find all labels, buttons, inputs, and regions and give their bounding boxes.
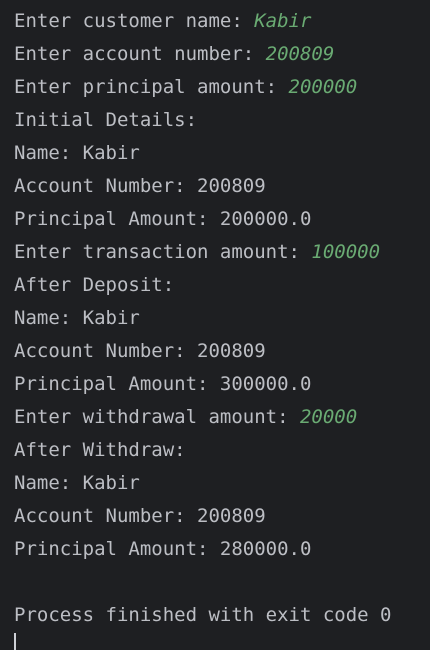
output-text: Account Number: 200809 — [14, 340, 266, 362]
user-input: 200000 — [288, 76, 358, 98]
console-line: Name: Kabir — [14, 302, 430, 335]
output-text: Name: Kabir — [14, 142, 140, 164]
console-line: Enter transaction amount: 100000 — [14, 236, 430, 269]
console-line: Enter account number: 200809 — [14, 38, 430, 71]
console-line: Principal Amount: 200000.0 — [14, 203, 430, 236]
prompt-text: Enter customer name: — [14, 10, 255, 32]
prompt-text: Enter account number: — [14, 43, 266, 65]
console-line: After Deposit: — [14, 269, 430, 302]
user-input: 100000 — [311, 241, 381, 263]
console-line: Account Number: 200809 — [14, 500, 430, 533]
output-text: Name: Kabir — [14, 472, 140, 494]
console-line: Initial Details: — [14, 104, 430, 137]
console-line: Name: Kabir — [14, 467, 430, 500]
output-text: Account Number: 200809 — [14, 175, 266, 197]
prompt-text: Enter withdrawal amount: — [14, 406, 300, 428]
console-line: Enter customer name: Kabir — [14, 5, 430, 38]
console-line: Name: Kabir — [14, 137, 430, 170]
console-line: After Withdraw: — [14, 434, 430, 467]
user-input: 20000 — [299, 406, 358, 428]
output-text: Principal Amount: 280000.0 — [14, 538, 312, 560]
output-text: Initial Details: — [14, 109, 198, 131]
console-line: Enter withdrawal amount: 20000 — [14, 401, 430, 434]
text-cursor — [14, 633, 16, 650]
prompt-text: Enter transaction amount: — [14, 241, 312, 263]
console-line-empty — [14, 566, 430, 599]
prompt-text: Enter principal amount: — [14, 76, 289, 98]
console-line: Account Number: 200809 — [14, 335, 430, 368]
console-line: Account Number: 200809 — [14, 170, 430, 203]
console-line: Enter principal amount: 200000 — [14, 71, 430, 104]
output-text: After Withdraw: — [14, 439, 186, 461]
console-line: Principal Amount: 300000.0 — [14, 368, 430, 401]
output-text: Principal Amount: 200000.0 — [14, 208, 312, 230]
exit-status-text: Process finished with exit code 0 — [14, 604, 392, 626]
output-text: Name: Kabir — [14, 307, 140, 329]
console-output[interactable]: Enter customer name: Kabir Enter account… — [0, 0, 430, 650]
console-line: Principal Amount: 280000.0 — [14, 533, 430, 566]
console-line: Process finished with exit code 0 — [14, 599, 430, 632]
output-text: After Deposit: — [14, 274, 175, 296]
output-text: Principal Amount: 300000.0 — [14, 373, 312, 395]
user-input: Kabir — [254, 10, 312, 32]
output-text: Account Number: 200809 — [14, 505, 266, 527]
user-input: 200809 — [265, 43, 335, 65]
